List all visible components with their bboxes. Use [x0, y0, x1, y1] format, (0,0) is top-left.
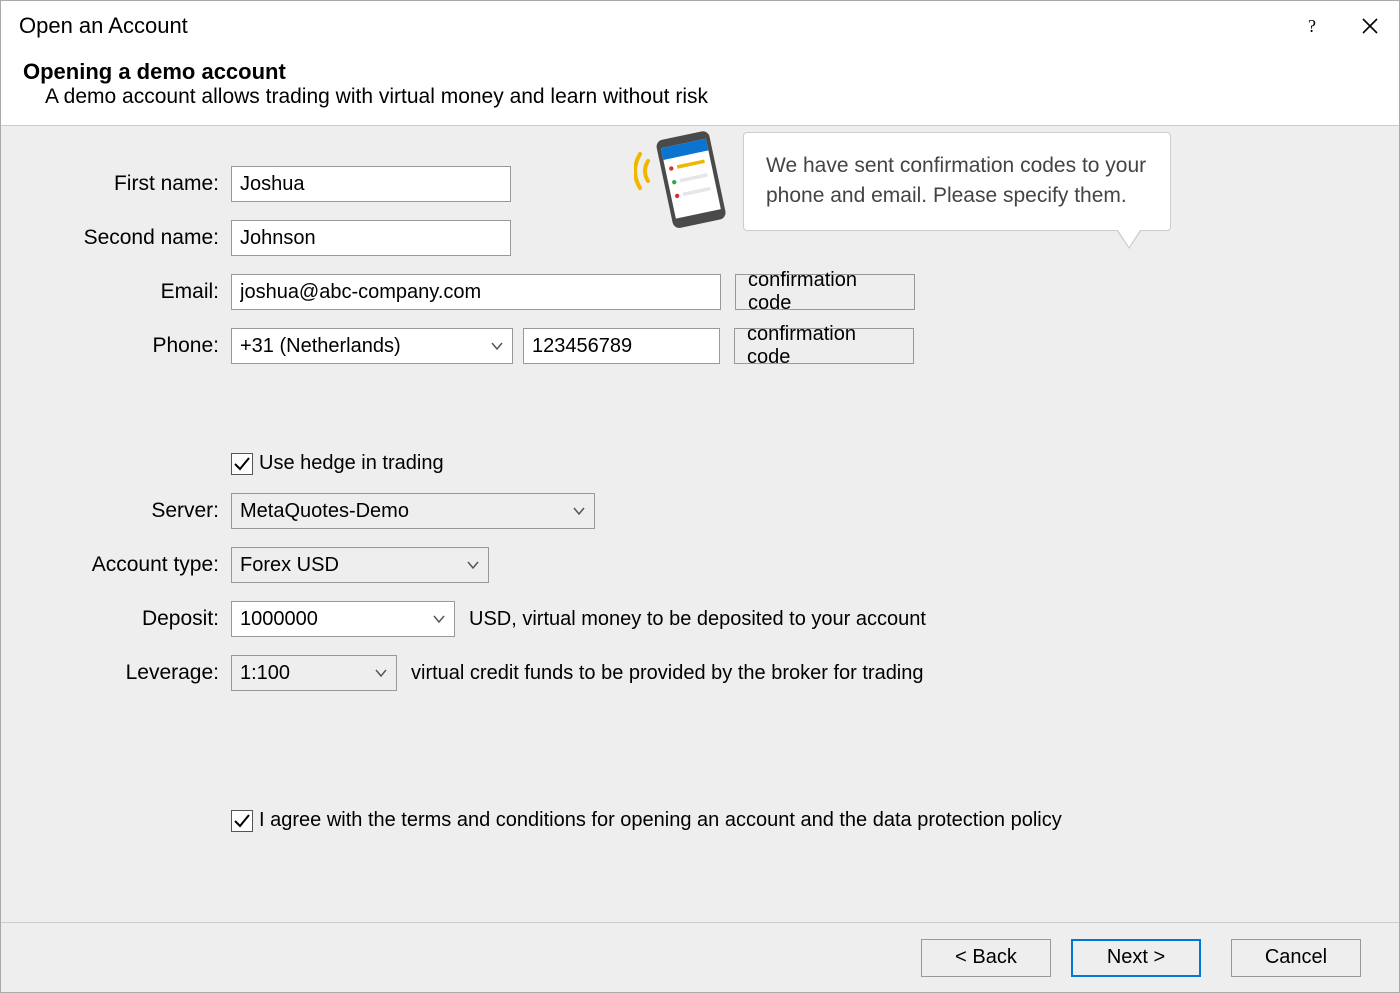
- server-label: Server:: [31, 499, 231, 523]
- phone-illustration: [634, 126, 734, 242]
- chevron-down-icon: [466, 558, 480, 572]
- help-button[interactable]: ?: [1283, 1, 1341, 51]
- leverage-select[interactable]: 1:100: [231, 655, 397, 691]
- check-icon: [233, 455, 251, 473]
- confirmation-tooltip: We have sent confirmation codes to your …: [743, 132, 1171, 231]
- deposit-value: 1000000: [240, 608, 318, 631]
- form-body: We have sent confirmation codes to your …: [1, 126, 1399, 922]
- email-label: Email:: [31, 280, 231, 304]
- email-input[interactable]: [231, 274, 721, 310]
- agree-checkbox-label: I agree with the terms and conditions fo…: [259, 809, 1062, 832]
- phone-country-select[interactable]: +31 (Netherlands): [231, 328, 513, 364]
- chevron-down-icon: [432, 612, 446, 626]
- server-select[interactable]: MetaQuotes-Demo: [231, 493, 595, 529]
- phone-label: Phone:: [31, 334, 231, 358]
- deposit-hint: USD, virtual money to be deposited to yo…: [469, 608, 926, 631]
- account-type-select[interactable]: Forex USD: [231, 547, 489, 583]
- subheader-description: A demo account allows trading with virtu…: [45, 85, 1399, 109]
- chevron-down-icon: [490, 339, 504, 353]
- check-icon: [233, 812, 251, 830]
- chevron-down-icon: [572, 504, 586, 518]
- next-button[interactable]: Next >: [1071, 939, 1201, 977]
- chevron-down-icon: [374, 666, 388, 680]
- phone-number-input[interactable]: [523, 328, 720, 364]
- close-button[interactable]: [1341, 1, 1399, 51]
- cancel-button[interactable]: Cancel: [1231, 939, 1361, 977]
- leverage-hint: virtual credit funds to be provided by t…: [411, 662, 924, 685]
- email-confirmation-input[interactable]: confirmation code: [735, 274, 915, 310]
- svg-text:?: ?: [1308, 18, 1316, 34]
- deposit-select[interactable]: 1000000: [231, 601, 455, 637]
- titlebar: Open an Account ?: [1, 1, 1399, 51]
- close-icon: [1362, 18, 1378, 34]
- subheader-title: Opening a demo account: [23, 59, 1399, 85]
- leverage-value: 1:100: [240, 662, 290, 685]
- window-title: Open an Account: [19, 13, 1283, 39]
- server-value: MetaQuotes-Demo: [240, 500, 409, 523]
- phone-country-value: +31 (Netherlands): [240, 335, 401, 358]
- agree-checkbox[interactable]: [231, 810, 253, 832]
- first-name-label: First name:: [31, 172, 231, 196]
- help-icon: ?: [1304, 18, 1320, 34]
- subheader: Opening a demo account A demo account al…: [1, 51, 1399, 125]
- deposit-label: Deposit:: [31, 607, 231, 631]
- footer: < Back Next > Cancel: [1, 922, 1399, 992]
- back-button[interactable]: < Back: [921, 939, 1051, 977]
- first-name-input[interactable]: [231, 166, 511, 202]
- second-name-input[interactable]: [231, 220, 511, 256]
- leverage-label: Leverage:: [31, 661, 231, 685]
- hedge-checkbox-label: Use hedge in trading: [259, 452, 444, 475]
- tooltip-text: We have sent confirmation codes to your …: [766, 154, 1146, 207]
- hedge-checkbox[interactable]: [231, 453, 253, 475]
- phone-confirmation-input[interactable]: confirmation code: [734, 328, 914, 364]
- account-type-label: Account type:: [31, 553, 231, 577]
- account-type-value: Forex USD: [240, 554, 339, 577]
- second-name-label: Second name:: [31, 226, 231, 250]
